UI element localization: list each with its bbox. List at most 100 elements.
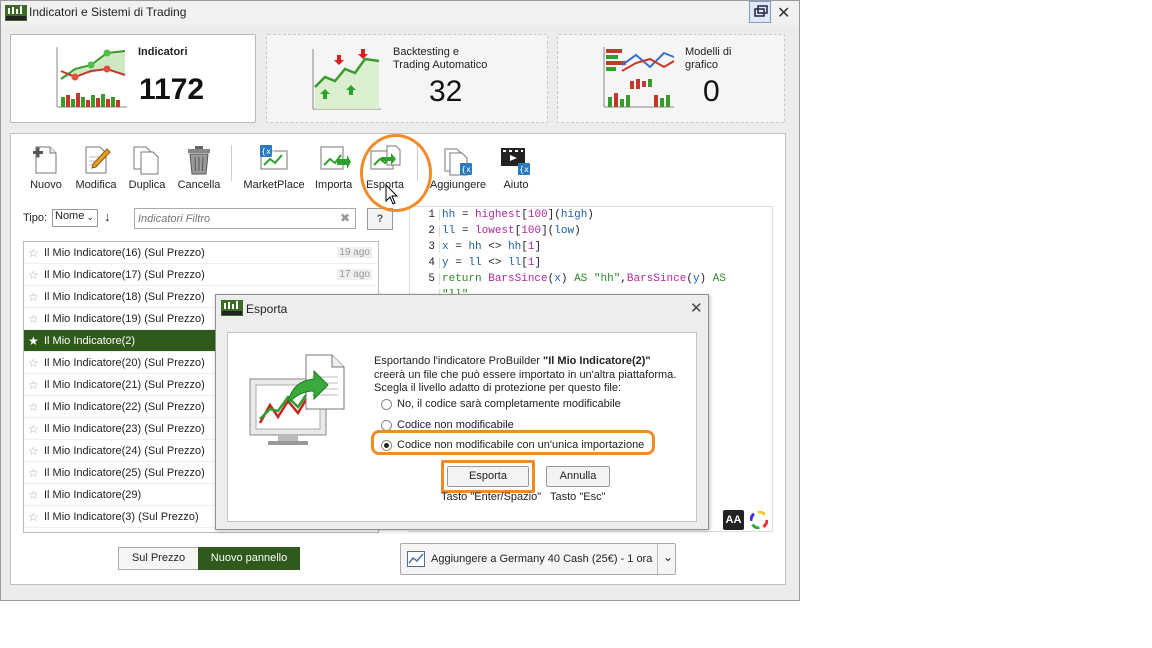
card-indicatori-count: 1172 xyxy=(139,73,205,106)
list-item-name: Il Mio Indicatore(19) (Sul Prezzo) xyxy=(44,313,205,325)
dialog-export-button[interactable]: Esporta xyxy=(447,466,529,487)
list-item-name: Il Mio Indicatore(23) (Sul Prezzo) xyxy=(44,423,205,435)
favorite-star-icon[interactable]: ☆ xyxy=(28,378,39,392)
duplica-label: Duplica xyxy=(128,179,166,191)
close-window-button[interactable]: ✕ xyxy=(777,3,790,23)
importa-button[interactable]: Importa xyxy=(315,145,355,191)
cancel-shortcut-hint: Tasto "Esc" xyxy=(550,491,606,503)
code-text: return BarsSince(x) AS "hh",BarsSince(y)… xyxy=(442,273,726,285)
tipo-label: Tipo: xyxy=(23,212,48,224)
line-number: 2 xyxy=(410,225,440,237)
marketplace-icon: {x} xyxy=(260,145,288,170)
favorite-star-icon[interactable]: ☆ xyxy=(28,246,39,260)
favorite-star-icon[interactable]: ☆ xyxy=(28,312,39,326)
option-modificabile-radio[interactable] xyxy=(381,399,392,410)
dialog-line-2: creerà un file che può essere importato … xyxy=(374,369,677,381)
add-to-chart-icon: {x} xyxy=(444,148,474,176)
duplicate-icon xyxy=(133,146,159,175)
clear-filter-icon[interactable]: ✖ xyxy=(340,211,350,225)
card-backtesting-count: 32 xyxy=(429,75,463,108)
import-icon xyxy=(320,146,351,170)
option-modificabile[interactable]: No, il codice sarà completamente modific… xyxy=(381,397,661,413)
card-modelli-count: 0 xyxy=(703,75,720,108)
dialog-cancel-button[interactable]: Annulla xyxy=(546,466,610,487)
code-text: ll = lowest[100](low) xyxy=(442,225,581,237)
demo-logo-icon xyxy=(5,5,27,21)
card-indicatori-title: Indicatori xyxy=(138,46,188,58)
demo-logo-icon xyxy=(221,300,243,316)
export-shortcut-hint: Tasto "Enter/Spazio" xyxy=(441,491,542,503)
svg-text:{x}: {x} xyxy=(519,165,532,174)
card-backtesting[interactable]: Backtesting e Trading Automatico 32 xyxy=(266,34,548,123)
question-icon: ? xyxy=(376,213,384,225)
list-item-name: Il Mio Indicatore(17) (Sul Prezzo) xyxy=(44,269,205,281)
code-line: 5 return BarsSince(x) AS "hh",BarsSince(y… xyxy=(410,273,726,289)
option-unica-importazione[interactable]: Codice non modificabile con un'unica imp… xyxy=(381,438,661,454)
modifica-button[interactable]: Modifica xyxy=(73,145,119,191)
code-text: y = ll <> ll[1] xyxy=(442,257,542,269)
font-size-button[interactable]: AA xyxy=(723,510,744,530)
tab-nuovo-pannello[interactable]: Nuovo pannello xyxy=(198,547,300,570)
nuovo-label: Nuovo xyxy=(30,179,62,191)
favorite-star-icon[interactable]: ☆ xyxy=(28,466,39,480)
export-illustration-icon xyxy=(249,354,345,445)
favorite-star-icon[interactable]: ☆ xyxy=(28,444,39,458)
importa-label: Importa xyxy=(315,179,353,191)
card-modelli-title-1: Modelli di xyxy=(685,46,732,58)
marketplace-button[interactable]: {x} MarketPlace xyxy=(243,145,305,191)
line-number: 5 xyxy=(410,273,440,285)
option-unica-importazione-radio[interactable] xyxy=(381,440,392,451)
sort-arrow-icon[interactable]: ↓ xyxy=(104,209,111,224)
duplica-button[interactable]: Duplica xyxy=(127,145,167,191)
new-file-icon xyxy=(33,146,57,174)
tipo-select[interactable]: Nome ⌄ xyxy=(52,209,98,227)
cancella-button[interactable]: Cancella xyxy=(177,145,221,191)
help-video-icon: {x} xyxy=(501,148,532,175)
tab-sul-prezzo[interactable]: Sul Prezzo xyxy=(118,547,199,570)
card-backtesting-title-1: Backtesting e xyxy=(393,46,460,58)
dialog-cancel-label: Annulla xyxy=(559,470,597,482)
favorite-star-icon[interactable]: ☆ xyxy=(28,510,39,524)
filter-input[interactable] xyxy=(135,209,330,228)
option-modificabile-label: No, il codice sarà completamente modific… xyxy=(397,398,621,410)
aggiungere-button[interactable]: {x} Aggiungere xyxy=(429,145,487,191)
chart-line-icon xyxy=(407,551,425,567)
favorite-star-icon[interactable]: ☆ xyxy=(28,290,39,304)
favorite-star-icon[interactable]: ☆ xyxy=(28,400,39,414)
add-to-chart-button[interactable]: Aggiungere a Germany 40 Cash (25€) - 1 o… xyxy=(400,543,676,575)
option-unica-importazione-label: Codice non modificabile con un'unica imp… xyxy=(397,439,645,451)
cancella-label: Cancella xyxy=(177,179,221,191)
mouse-cursor-icon xyxy=(385,184,399,205)
aiuto-button[interactable]: {x} Aiuto xyxy=(497,145,535,191)
dialog-body: Esportando l'indicatore ProBuilder "Il M… xyxy=(227,332,697,522)
svg-text:{x}: {x} xyxy=(261,147,276,156)
modifica-label: Modifica xyxy=(75,179,117,191)
list-item-name: Il Mio Indicatore(25) (Sul Prezzo) xyxy=(44,467,205,479)
card-indicatori[interactable]: Indicatori 1172 xyxy=(10,34,256,123)
list-item[interactable]: ☆ Il Mio Indicatore(16) (Sul Prezzo) 19 ag… xyxy=(24,242,378,264)
window-title: Indicatori e Sistemi di Trading xyxy=(29,5,187,19)
list-item-name: Il Mio Indicatore(2) xyxy=(44,335,136,347)
favorite-star-icon[interactable]: ★ xyxy=(28,334,39,348)
color-wheel-icon[interactable] xyxy=(750,511,768,529)
dialog-indicator-name: "Il Mio Indicatore(2)" xyxy=(543,355,651,367)
favorite-star-icon[interactable]: ☆ xyxy=(28,268,39,282)
list-item-name: Il Mio Indicatore(3) (Sul Prezzo) xyxy=(44,511,199,523)
card-modelli[interactable]: Modelli di grafico 0 xyxy=(557,34,785,123)
favorite-star-icon[interactable]: ☆ xyxy=(28,356,39,370)
list-item-name: Il Mio Indicatore(22) (Sul Prezzo) xyxy=(44,401,205,413)
chevron-down-icon[interactable]: ⌄ xyxy=(663,550,673,564)
list-item-name: Il Mio Indicatore(18) (Sul Prezzo) xyxy=(44,291,205,303)
dialog-intro: Esportando l'indicatore ProBuilder "Il M… xyxy=(374,355,651,367)
favorite-star-icon[interactable]: ☆ xyxy=(28,422,39,436)
list-item-date: 17 ago xyxy=(337,269,372,280)
line-number: 4 xyxy=(410,257,440,269)
favorite-star-icon[interactable]: ☆ xyxy=(28,488,39,502)
restore-button[interactable] xyxy=(749,1,771,23)
export-dialog: Esporta ✕ Esportando l'indicatore ProBui… xyxy=(215,294,709,530)
dialog-close-button[interactable]: ✕ xyxy=(690,299,703,317)
nuovo-button[interactable]: Nuovo xyxy=(27,145,65,191)
marketplace-label: MarketPlace xyxy=(243,179,305,191)
list-item[interactable]: ☆ Il Mio Indicatore(17) (Sul Prezzo) 17 ag… xyxy=(24,264,378,286)
code-line: 3x = hh <> hh[1] xyxy=(410,241,541,257)
